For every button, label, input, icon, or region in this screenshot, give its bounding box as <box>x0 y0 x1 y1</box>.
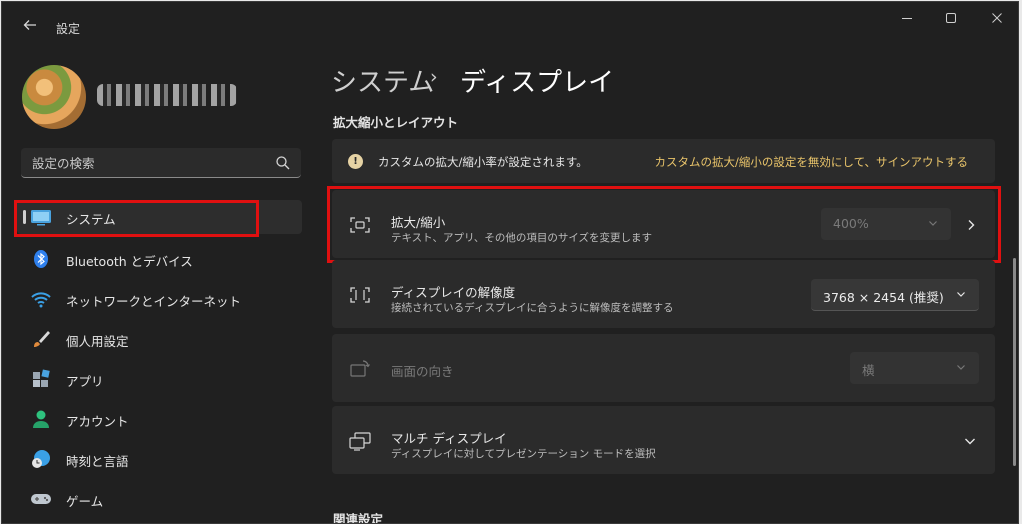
orientation-dropdown: 横 <box>850 352 979 384</box>
brush-icon <box>34 331 50 347</box>
maximize-button[interactable] <box>936 10 966 32</box>
highlight-box-system <box>14 200 259 237</box>
sidebar-item-time-language[interactable]: 時刻と言語 <box>17 442 302 476</box>
section-title-related: 関連設定 <box>333 512 384 524</box>
search-icon[interactable] <box>275 155 291 171</box>
resolution-title: ディスプレイの解像度 <box>391 285 516 300</box>
chevron-down-icon[interactable] <box>963 434 977 448</box>
breadcrumb-separator: › <box>430 66 438 88</box>
settings-window: 設定 システム Bluetoo <box>1 1 1019 524</box>
maximize-icon <box>946 13 956 23</box>
highlight-box-scale <box>327 186 1001 263</box>
sidebar-item-label: 時刻と言語 <box>66 454 129 469</box>
profile-name-redacted <box>97 84 237 106</box>
orientation-value: 横 <box>862 363 875 378</box>
resolution-icon <box>350 287 370 303</box>
app-title: 設定 <box>56 22 81 36</box>
sidebar-item-gaming[interactable]: ゲーム <box>17 482 302 516</box>
info-text: カスタムの拡大/縮小率が設定されます。 <box>378 155 588 169</box>
disable-custom-scale-link[interactable]: カスタムの拡大/縮小の設定を無効にして、サインアウトする <box>655 154 968 170</box>
sidebar-item-network[interactable]: ネットワークとインターネット <box>17 282 302 316</box>
orientation-setting-row: 画面の向き 横 <box>332 334 995 402</box>
time-language-icon <box>32 450 50 468</box>
resolution-setting-row: ディスプレイの解像度 接続されているディスプレイに合うように解像度を調整する 3… <box>332 260 995 328</box>
multi-display-title: マルチ ディスプレイ <box>391 431 507 446</box>
game-controller-icon <box>31 494 51 504</box>
resolution-dropdown[interactable]: 3768 × 2454 (推奨) <box>811 279 979 311</box>
sidebar-item-label: アプリ <box>66 374 104 389</box>
multi-display-subtitle: ディスプレイに対してプレゼンテーション モードを選択 <box>391 448 656 460</box>
chevron-down-icon <box>957 365 965 370</box>
minimize-icon <box>902 18 912 19</box>
orientation-title: 画面の向き <box>391 364 454 379</box>
wifi-icon <box>31 292 51 308</box>
section-title-scale-layout: 拡大縮小とレイアウト <box>333 115 459 130</box>
multi-display-icon <box>349 432 371 451</box>
account-icon <box>33 410 49 428</box>
resolution-value: 3768 × 2454 (推奨) <box>823 290 944 305</box>
sidebar-item-bluetooth[interactable]: Bluetooth とデバイス <box>17 242 302 276</box>
title-bar: 設定 <box>2 2 1018 42</box>
sidebar-item-label: ネットワークとインターネット <box>66 294 242 309</box>
bluetooth-icon <box>34 250 48 268</box>
custom-scale-info-bar: ! カスタムの拡大/縮小率が設定されます。 カスタムの拡大/縮小の設定を無効にし… <box>332 139 995 183</box>
sidebar-item-accounts[interactable]: アカウント <box>17 402 302 436</box>
page-title: ディスプレイ <box>460 68 615 98</box>
avatar[interactable] <box>22 65 86 129</box>
search-box[interactable] <box>21 148 301 178</box>
chevron-down-icon <box>957 292 965 297</box>
info-icon: ! <box>348 154 363 169</box>
close-button[interactable] <box>982 10 1012 32</box>
apps-icon <box>33 369 50 387</box>
sidebar-item-personalization[interactable]: 個人用設定 <box>17 322 302 356</box>
orientation-icon <box>350 360 370 377</box>
sidebar-item-label: ゲーム <box>66 494 104 509</box>
resolution-subtitle: 接続されているディスプレイに合うように解像度を調整する <box>391 302 674 314</box>
close-icon <box>992 13 1002 23</box>
arrow-left-icon <box>23 20 36 30</box>
search-input[interactable] <box>32 153 262 173</box>
back-button[interactable] <box>16 13 44 37</box>
sidebar-item-label: Bluetooth とデバイス <box>66 254 193 269</box>
multi-display-row[interactable]: マルチ ディスプレイ ディスプレイに対してプレゼンテーション モードを選択 <box>332 406 995 474</box>
minimize-button[interactable] <box>892 10 922 32</box>
breadcrumb-parent[interactable]: システム <box>331 62 434 99</box>
sidebar-item-apps[interactable]: アプリ <box>17 362 302 396</box>
scrollbar-thumb[interactable] <box>1013 258 1016 466</box>
sidebar-item-label: 個人用設定 <box>66 334 129 349</box>
sidebar-item-label: アカウント <box>66 414 129 429</box>
